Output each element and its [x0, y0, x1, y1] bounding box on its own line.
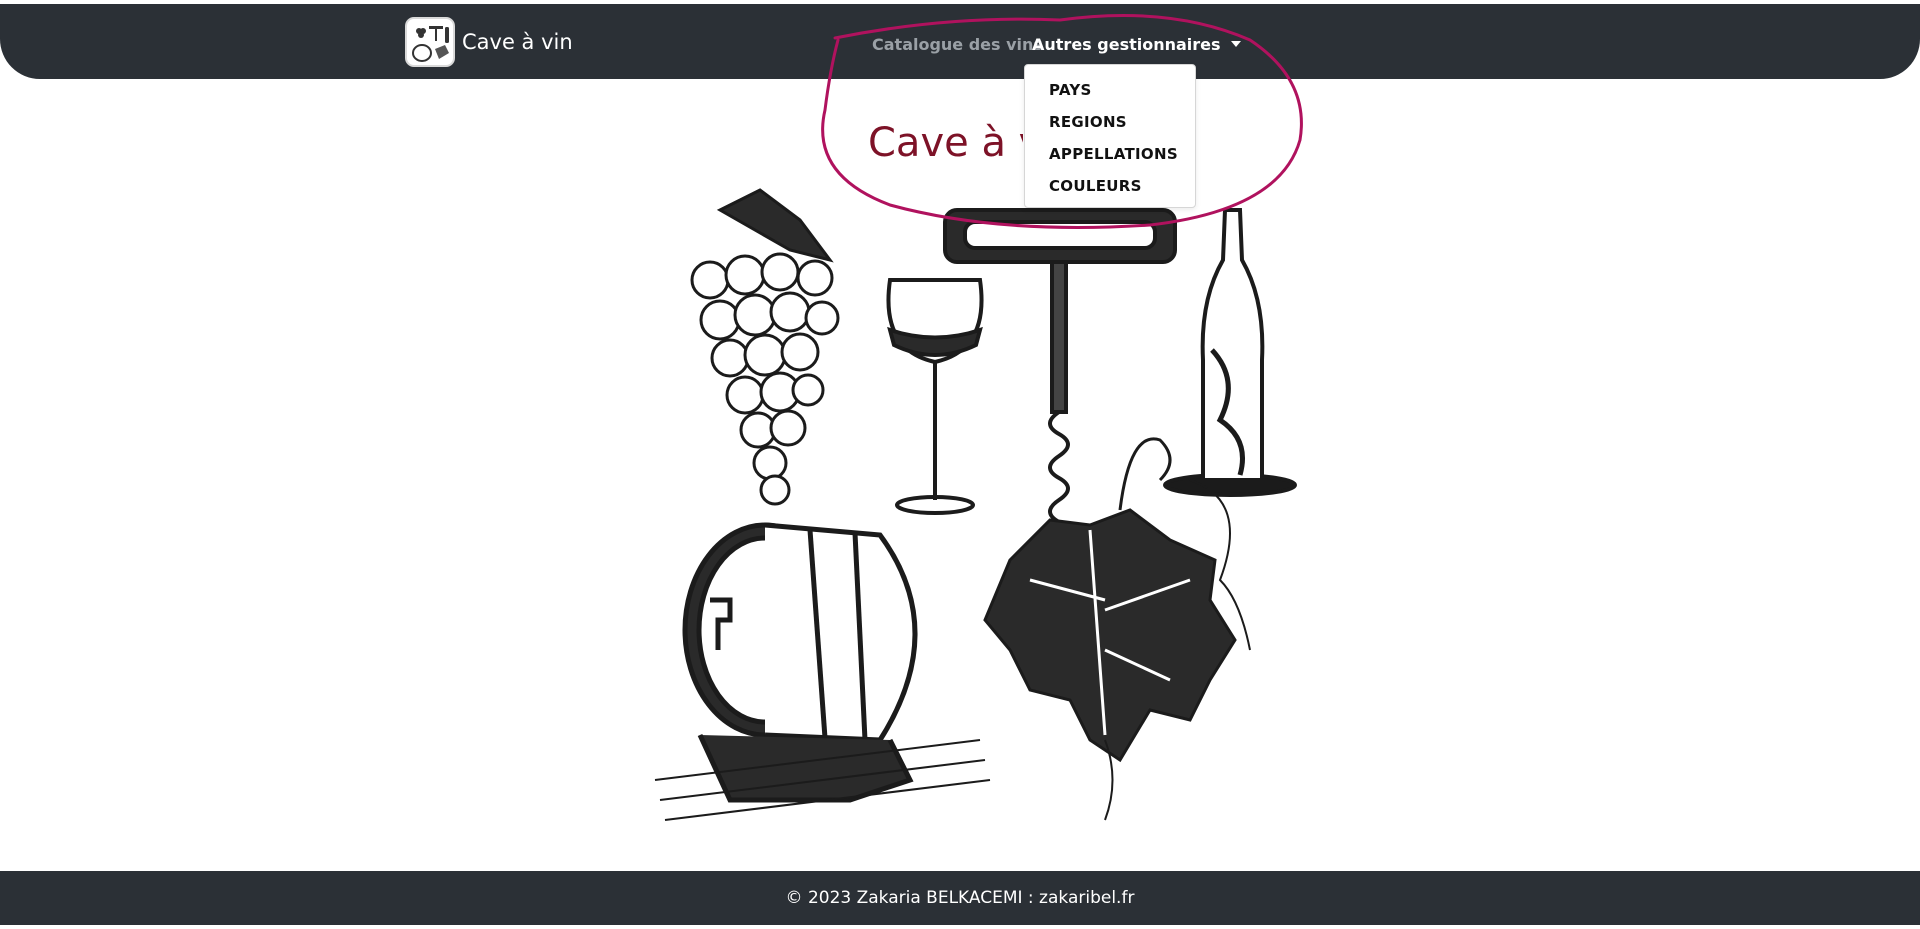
brand-name: Cave à vin	[462, 30, 573, 54]
page-title: Cave à vin	[868, 120, 1023, 166]
caret-down-icon	[1230, 41, 1241, 47]
barrel-icon	[654, 522, 991, 821]
brand-link[interactable]: Cave à vin	[405, 17, 573, 67]
nav-autres-gestionnaires-dropdown[interactable]: Autres gestionnaires	[1032, 35, 1241, 54]
wine-bottle-icon	[1163, 208, 1297, 497]
dropdown-item-couleurs[interactable]: COULEURS	[1049, 177, 1142, 195]
nav-autres-label: Autres gestionnaires	[1032, 35, 1221, 54]
grapes-icon	[690, 188, 840, 506]
corkscrew-icon	[943, 208, 1177, 524]
dropdown-item-appellations[interactable]: APPELLATIONS	[1049, 145, 1178, 163]
dropdown-item-regions[interactable]: REGIONS	[1049, 113, 1127, 131]
dropdown-item-pays[interactable]: PAYS	[1049, 81, 1092, 99]
autres-gestionnaires-dropdown-menu: PAYS REGIONS APPELLATIONS COULEURS	[1024, 64, 1196, 208]
wine-glass-icon	[886, 278, 984, 515]
footer-text: © 2023 Zakaria BELKACEMI : zakaribel.fr	[785, 888, 1135, 908]
wine-illustration	[654, 188, 1297, 821]
navbar: Cave à vin Catalogue des vins Autres ges…	[0, 4, 1920, 79]
footer: © 2023 Zakaria BELKACEMI : zakaribel.fr	[0, 871, 1920, 925]
nav-catalogue-link[interactable]: Catalogue des vins	[872, 35, 1043, 54]
wine-collage-logo-icon	[405, 17, 455, 67]
